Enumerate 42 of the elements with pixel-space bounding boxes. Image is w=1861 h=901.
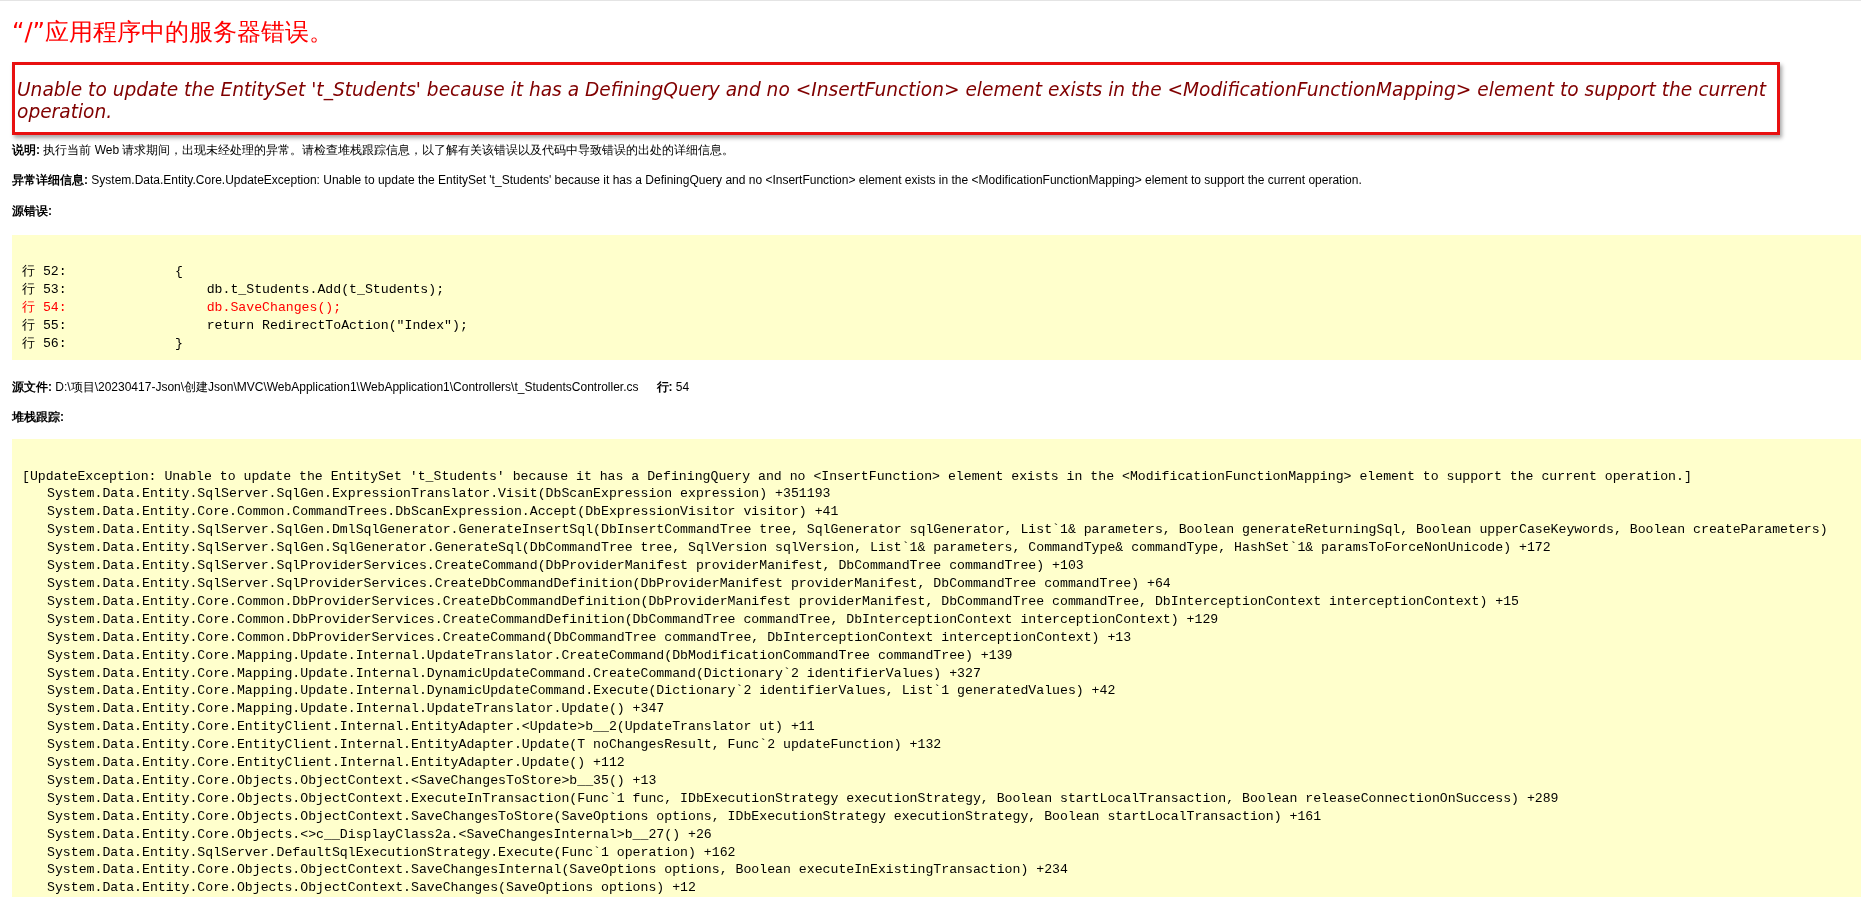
stack-trace-line: System.Data.Entity.SqlServer.SqlProviderServices.CreateCommand(DbProviderManifest providerManifest, DbCommandTree commandTree) +103 — [46, 557, 1085, 575]
code-line: db.SaveChanges(); — [205, 298, 343, 317]
source-line-number: 行: 54 — [656, 379, 690, 394]
stack-trace-line: System.Data.Entity.Core.Mapping.Update.Internal.DynamicUpdateCommand.Execute(Dictionary`2 identifierValues, List`1 generatedValues) +42 — [46, 682, 1117, 701]
stack-trace-line: System.Data.Entity.Core.Mapping.Update.Internal.UpdateTranslator.CreateCommand(DbModificationCommandTree commandTree) +139 — [46, 646, 1014, 665]
stack-trace-line: System.Data.Entity.Core.EntityClient.Internal.EntityAdapter.Update() +112 — [46, 754, 626, 772]
stack-trace-line: System.Data.Entity.Core.Common.DbProviderServices.CreateDbCommandDefinition(DbProviderManifest providerManifest, DbCommandTree commandTree, DbInterceptionContext interceptionContext) +15 — [46, 592, 1520, 611]
stack-trace-line: System.Data.Entity.Core.Objects.ObjectContext.SaveChanges(SaveOptions options) +12 — [46, 879, 697, 898]
stack-trace-line: System.Data.Entity.SqlServer.SqlProviderServices.CreateDbCommandDefinition(DbProviderManifest providerManifest, DbCommandTree commandTree) +64 — [46, 574, 1172, 593]
stack-trace-line: System.Data.Entity.Core.Objects.ObjectContext.SaveChangesToStore(SaveOptions options, IDbExecutionStrategy executionStrategy, Boolean startLocalTransaction) +161 — [46, 807, 1323, 826]
exception-details-text: 异常详细信息: System.Data.Entity.Core.UpdateException: Unable to update the EntitySet 't_Students' because it has a DefiningQuery and no <InsertFunction> element exists in the <ModificationFunctionMapping> element to support the current operation. — [12, 173, 1363, 187]
stack-trace-line: System.Data.Entity.Core.Mapping.Update.Internal.DynamicUpdateCommand.CreateCommand(Dictionary`2 identifierValues) +327 — [46, 664, 982, 683]
description-text: 说明: 执行当前 Web 请求期间，出现未经处理的异常。请检查堆栈跟踪信息，以了解有关该错误以及代码中导致错误的出处的详细信息。 — [12, 143, 736, 157]
stack-trace-line: System.Data.Entity.Core.Objects.<>c__DisplayClass2a.<SaveChangesInternal>b__27() +26 — [46, 825, 713, 844]
stack-trace-line: System.Data.Entity.SqlServer.SqlGen.DmlSqlGenerator.GenerateInsertSql(DbInsertCommandTree tree, SqlGenerator sqlGenerator, List`1& parameters, Boolean generateReturningSql, Boolean upperCaseKeywords, Boolean createParameters) — [46, 521, 1829, 540]
stack-trace-line: System.Data.Entity.Core.Objects.ObjectContext.ExecuteInTransaction(Func`1 func, IDbExecutionStrategy executionStrategy, Boolean startLocalTransaction, Boolean releaseConnectionOnSuccess) +289 — [46, 789, 1560, 808]
stack-trace-line: System.Data.Entity.Core.Objects.ObjectContext.SaveChangesInternal(SaveOptions options, Boolean executeInExistingTransaction) +234 — [46, 861, 1069, 880]
stack-trace-line: System.Data.Entity.Core.EntityClient.Internal.EntityAdapter.<Update>b__2(UpdateTranslator ut) +11 — [46, 718, 816, 737]
line-number: 行 56: — [22, 334, 68, 353]
code-line: } — [175, 334, 184, 353]
stack-trace-line: System.Data.Entity.Core.Mapping.Update.Internal.UpdateTranslator.Update() +347 — [46, 700, 666, 719]
page-title: “/”应用程序中的服务器错误。 — [12, 18, 334, 46]
stack-trace-line: System.Data.Entity.SqlServer.SqlGen.ExpressionTranslator.Visit(DbScanExpression expression) +351193 — [46, 485, 832, 504]
stack-trace-line: System.Data.Entity.Core.Objects.ObjectContext.<SaveChangesToStore>b__35() +13 — [46, 771, 658, 790]
stack-trace-line: System.Data.Entity.SqlServer.SqlGen.SqlGenerator.GenerateSql(DbCommandTree tree, SqlVersion sqlVersion, List`1& parameters, CommandType& commandType, HashSet`1& paramsToForceNonUnicode) +172 — [46, 539, 1552, 558]
stack-trace-line: System.Data.Entity.SqlServer.DefaultSqlExecutionStrategy.Execute(Func`1 operation) +162 — [46, 843, 737, 862]
code-line: { — [175, 263, 184, 281]
code-line: return RedirectToAction("Index"); — [205, 316, 469, 335]
source-file-path: 源文件: D:\项目\20230417-Json\创建Json\MVC\WebApplication1\WebApplication1\Controllers\t_StudentsController.cs — [12, 379, 639, 394]
line-number: 行 55: — [22, 316, 68, 335]
section-heading: 堆栈跟踪: — [12, 409, 65, 424]
line-number: 行 52: — [22, 263, 68, 281]
error-message: Unable to update the EntitySet 't_Students' because it has a DefiningQuery and no <InsertFunction> element exists in the <ModificationFunctionMapping> element to support the current operation. — [12, 62, 1780, 135]
stack-trace-line: System.Data.Entity.Core.Common.DbProviderServices.CreateCommandDefinition(DbCommandTree commandTree, DbInterceptionContext interceptionContext) +129 — [46, 610, 1220, 629]
stack-trace-line: System.Data.Entity.Core.Common.DbProviderServices.CreateCommand(DbCommandTree commandTree, DbInterceptionContext interceptionContext) +13 — [46, 628, 1133, 647]
code-line: db.t_Students.Add(t_Students); — [205, 280, 446, 299]
stack-trace-line: System.Data.Entity.Core.EntityClient.Internal.EntityAdapter.Update(T noChangesResult, Func`2 updateFunction) +132 — [46, 736, 943, 755]
section-heading: 源错误: — [12, 204, 53, 218]
stack-trace-line: System.Data.Entity.Core.Common.CommandTrees.DbScanExpression.Accept(DbExpressionVisitor visitor) +41 — [46, 503, 840, 522]
line-number: 行 54: — [22, 298, 68, 317]
stack-trace-line: [UpdateException: Unable to update the EntitySet 't_Students' because it has a DefiningQuery and no <InsertFunction> element exists in the <ModificationFunctionMapping> element to support the current operation.] — [22, 467, 1693, 486]
line-number: 行 53: — [22, 280, 68, 299]
